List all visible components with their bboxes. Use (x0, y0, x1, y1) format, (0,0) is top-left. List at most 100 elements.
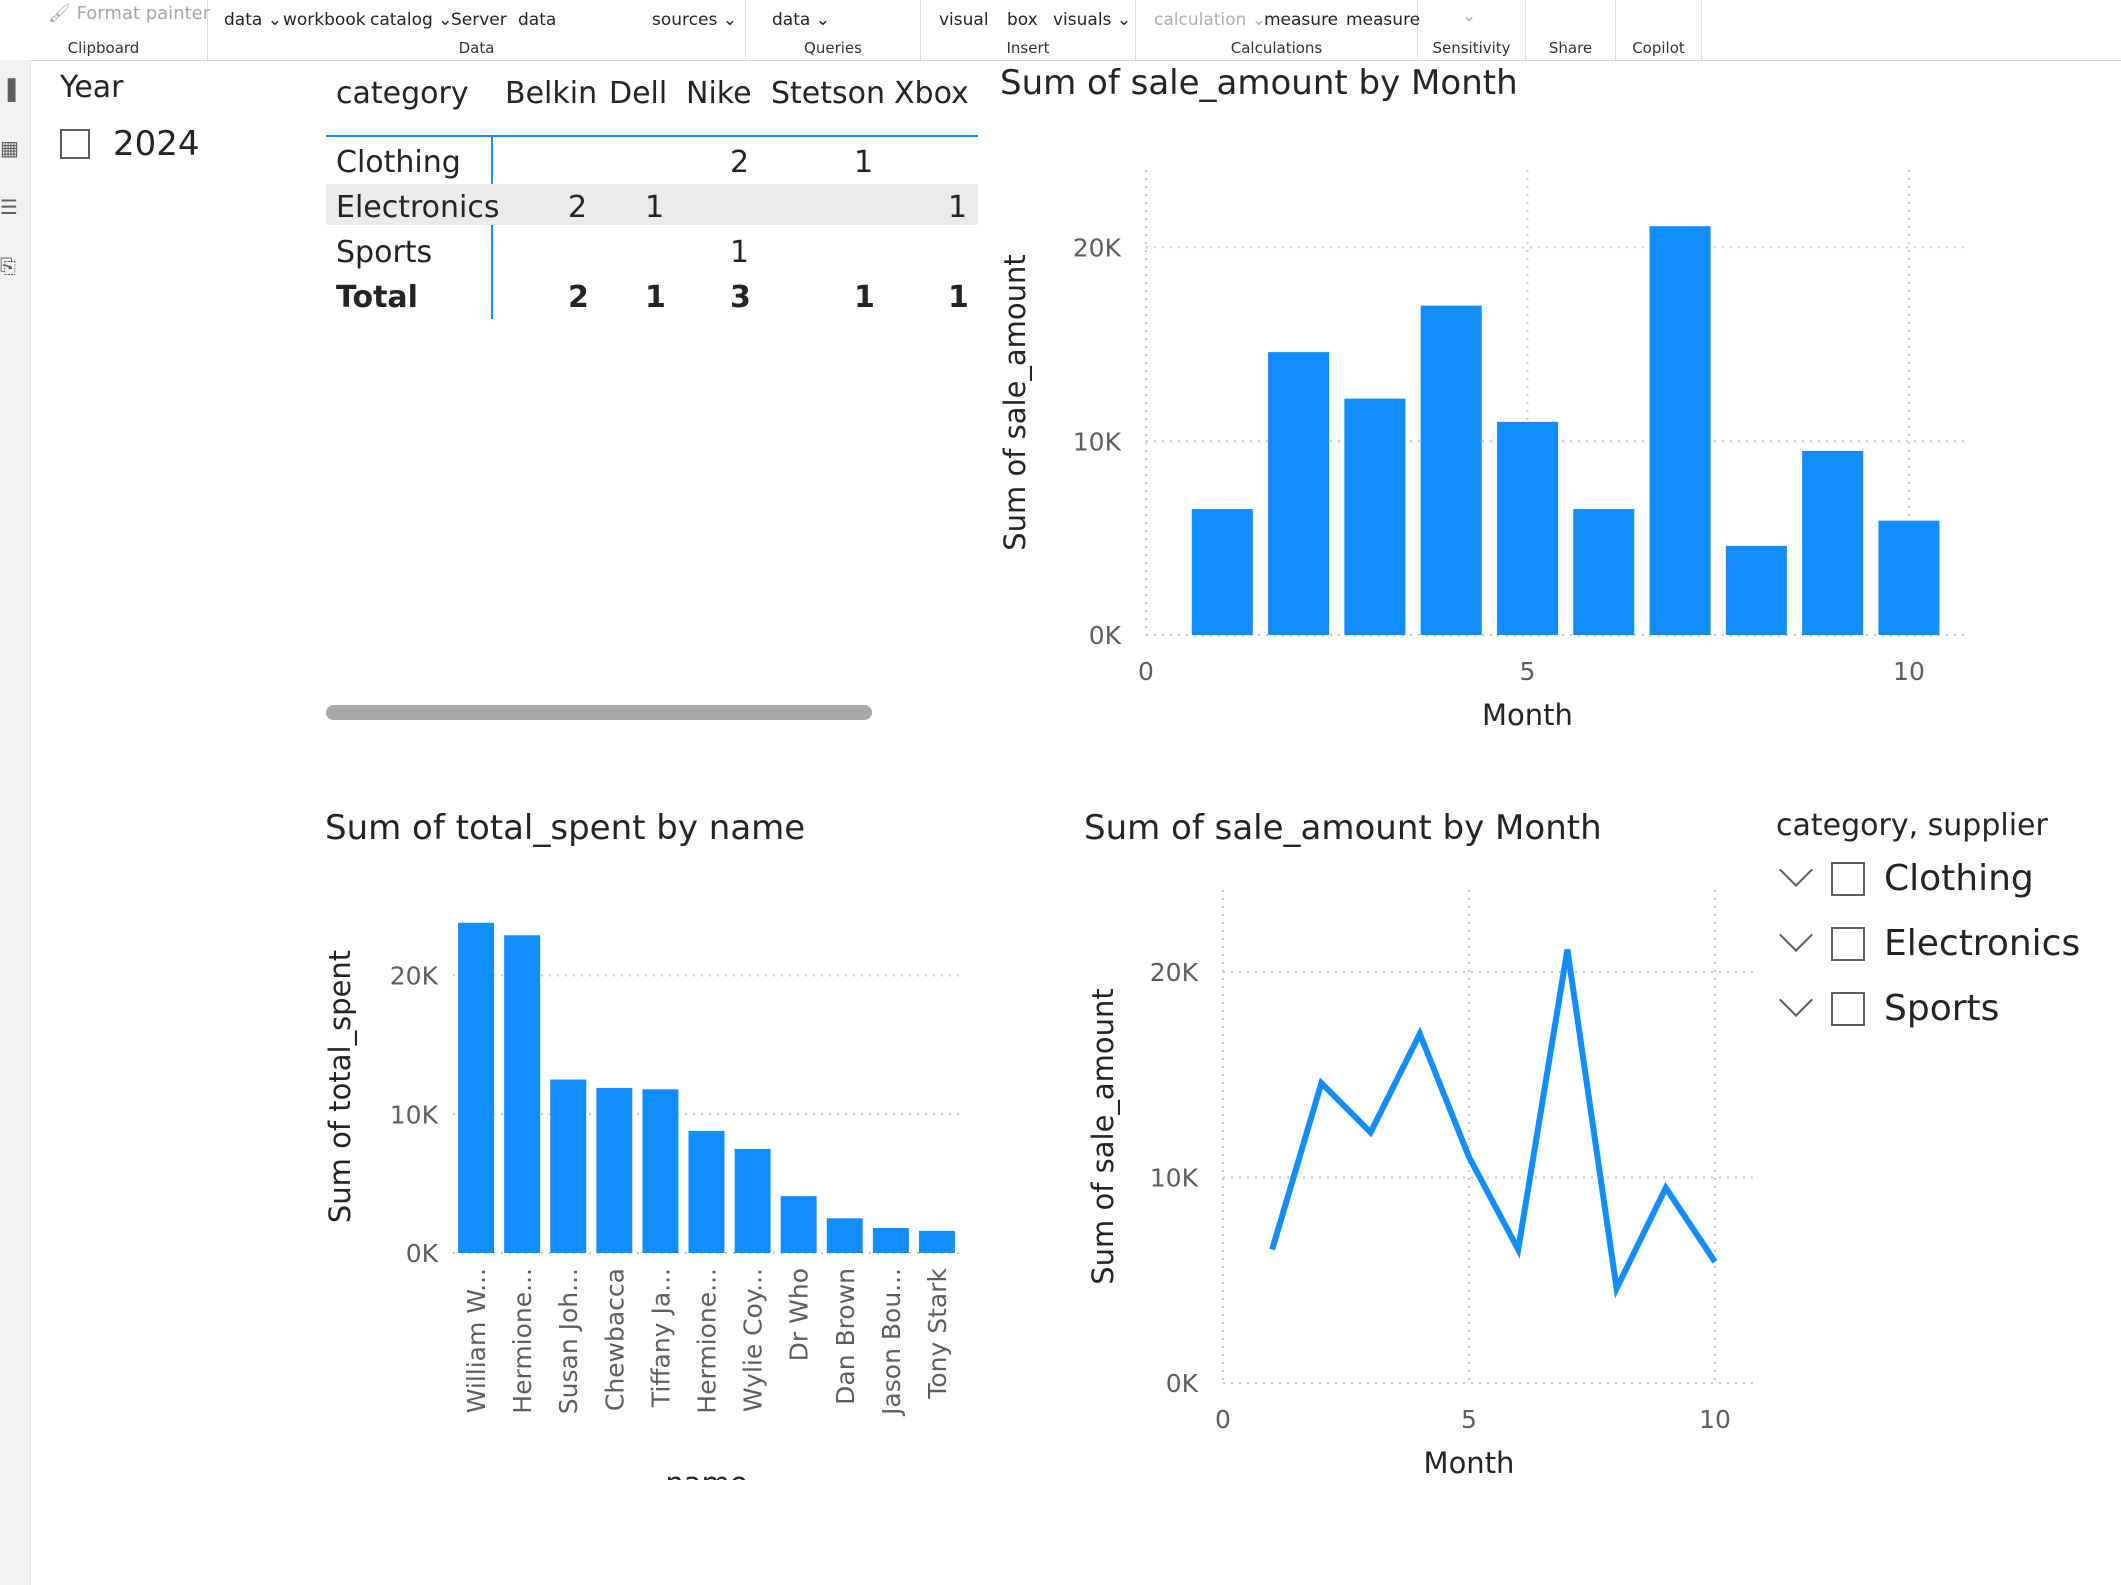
bar (872, 1228, 909, 1253)
dax-query-view-icon[interactable]: ⎘ (0, 254, 16, 278)
sql-server-label: Server (451, 10, 507, 30)
x-tick-label: Tony Stark (923, 1267, 952, 1399)
line-month-chart[interactable]: 0K 10K 20K 0 5 10 Month Sum of sale_amount (1075, 860, 1765, 1480)
queries-group: data ⌄ Queries (746, 0, 921, 60)
bar (780, 1196, 817, 1253)
x-tick-label: Hermione... (508, 1268, 537, 1414)
bar-name-chart[interactable]: 0K 10K 20K William W... Hermione... Susan Joh… (320, 860, 1000, 1480)
matrix-row-label[interactable]: Clothing (336, 145, 461, 180)
matrix-col-belkin[interactable]: Belkin (505, 76, 597, 111)
matrix-header-category[interactable]: category (336, 76, 469, 111)
recent-sources-button[interactable]: sources ⌄ (652, 10, 737, 31)
bar (688, 1130, 725, 1253)
more-visuals-button[interactable]: visuals ⌄ (1053, 10, 1131, 31)
year-2024-label: 2024 (113, 124, 200, 164)
group-label-share[interactable]: Share (1526, 39, 1615, 57)
clipboard-group: 🖌 Format painter Clipboard (0, 0, 210, 60)
x-axis-title: Month (1482, 698, 1573, 732)
electronics-checkbox[interactable] (1831, 927, 1865, 961)
new-measure-button[interactable]: measure (1264, 10, 1338, 31)
new-visual-label: visual (939, 10, 989, 30)
enter-data-button[interactable]: data (518, 10, 556, 31)
matrix-col-stetson[interactable]: Stetson (771, 76, 885, 111)
matrix-total-cell: 1 (854, 280, 875, 315)
year-2024-checkbox[interactable] (60, 129, 90, 159)
matrix-row-divider (491, 137, 493, 319)
bar (458, 922, 495, 1253)
y-axis-title: Sum of sale_amount (998, 254, 1032, 551)
more-visuals-label: visuals (1053, 10, 1112, 30)
bar (504, 935, 541, 1253)
excel-workbook-label: workbook (283, 10, 366, 30)
text-box-button[interactable]: box (1007, 10, 1038, 31)
y-axis-title: Sum of total_spent (323, 950, 357, 1223)
new-measure-label: measure (1264, 10, 1339, 30)
matrix-row-label[interactable]: Sports (336, 235, 432, 270)
sports-label: Sports (1884, 988, 2000, 1029)
x-tick-label: Dan Brown (831, 1268, 860, 1405)
matrix-cell: 1 (854, 145, 874, 180)
calculations-group: calculation ⌄ measure measure Calculatio… (1136, 0, 1420, 60)
x-tick-label: 10 (1699, 1405, 1731, 1434)
x-tick-label: 5 (1461, 1405, 1477, 1434)
series-line (1269, 949, 1718, 1299)
x-tick-label: Jason Bou... (877, 1268, 906, 1417)
x-tick-label: William W... (462, 1268, 491, 1413)
x-tick-label: 10 (1893, 657, 1925, 686)
table-view-icon[interactable]: ▦ (0, 136, 19, 160)
bar (596, 1087, 633, 1253)
matrix-total-cell: 1 (948, 280, 969, 315)
matrix-horizontal-scrollbar[interactable] (326, 705, 872, 720)
bar-month-chart[interactable]: 0K 10K 20K 0 5 10 Month Sum of sale_amount (990, 110, 1990, 735)
report-view-icon[interactable]: ▐ (0, 78, 15, 102)
y-tick-label: 20K (1073, 234, 1122, 263)
group-label-copilot[interactable]: Copilot (1616, 39, 1701, 57)
bar (1649, 226, 1711, 635)
matrix-row-label[interactable]: Electronics (336, 190, 500, 225)
clothing-checkbox[interactable] (1831, 862, 1865, 896)
x-axis-title: name (665, 1466, 747, 1480)
format-painter-button[interactable]: 🖌 Format painter (48, 3, 210, 24)
sensitivity-group: ⌄ Sensitivity (1418, 0, 1526, 60)
matrix-cell: 1 (948, 190, 968, 225)
matrix-col-nike[interactable]: Nike (686, 76, 752, 111)
sql-server-button[interactable]: Server (451, 10, 507, 31)
y-tick-label: 0K (1166, 1369, 1199, 1398)
matrix-total-label: Total (336, 280, 418, 315)
bar (1802, 450, 1864, 635)
recent-sources-label: sources (652, 10, 718, 30)
clothing-label: Clothing (1884, 858, 2034, 899)
bar (1573, 509, 1635, 635)
new-visual-calculation-button[interactable]: calculation ⌄ (1154, 10, 1266, 31)
model-view-icon[interactable]: ☰ (0, 195, 18, 219)
quick-measure-button[interactable]: measure (1346, 10, 1420, 31)
matrix-total-cell: 1 (645, 280, 666, 315)
sensitivity-button[interactable]: ⌄ (1462, 6, 1476, 27)
bar (1878, 520, 1940, 635)
enter-data-label: data (518, 10, 557, 30)
matrix-col-dell[interactable]: Dell (609, 76, 667, 111)
x-tick-label: 0 (1138, 657, 1154, 686)
copilot-group: Copilot (1616, 0, 1702, 60)
x-tick-label: 0 (1215, 1405, 1231, 1434)
matrix-col-xbox[interactable]: Xbox (894, 76, 969, 111)
sports-checkbox[interactable] (1831, 992, 1865, 1026)
matrix-total-cell: 2 (568, 280, 589, 315)
group-label-calculations: Calculations (1230, 39, 1323, 57)
y-tick-label: 0K (1089, 621, 1122, 650)
line-month-chart-title: Sum of sale_amount by Month (1084, 808, 1602, 848)
group-label-queries: Queries (804, 39, 862, 57)
data-catalog-button[interactable]: catalog ⌄ (370, 10, 452, 31)
excel-workbook-button[interactable]: workbook (283, 10, 366, 31)
y-tick-label: 20K (1150, 958, 1199, 987)
x-axis-title: Month (1424, 1446, 1515, 1480)
transform-data-button[interactable]: data ⌄ (772, 10, 830, 31)
quick-measure-label: measure (1346, 10, 1421, 30)
x-tick-label: Tiffany Ja... (646, 1268, 675, 1408)
bar (1268, 352, 1330, 635)
matrix-cell: 2 (568, 190, 588, 225)
new-visual-button[interactable]: visual (939, 10, 989, 31)
x-tick-label: 5 (1520, 657, 1536, 686)
get-data-button[interactable]: data ⌄ (224, 10, 282, 31)
bar (734, 1148, 771, 1253)
